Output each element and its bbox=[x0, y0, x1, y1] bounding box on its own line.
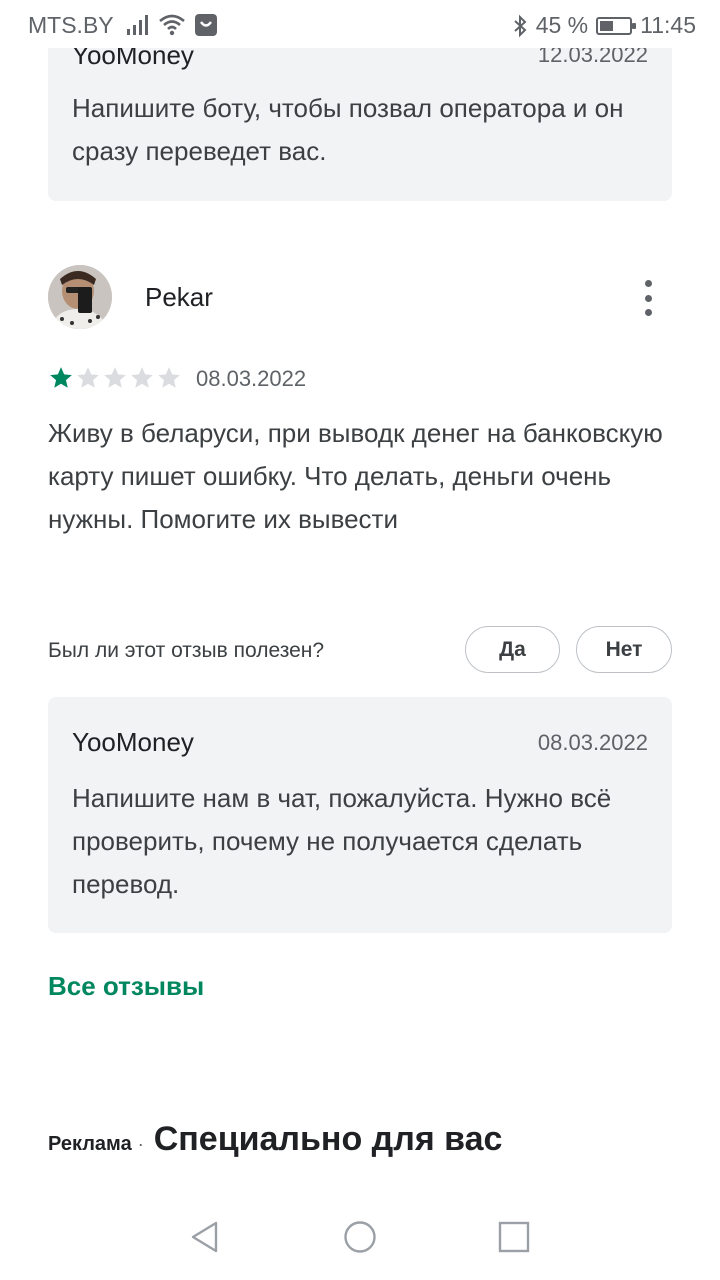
carrier-name: MTS.BY bbox=[28, 12, 114, 38]
review-author: Pekar bbox=[145, 282, 213, 312]
nav-home-icon[interactable] bbox=[343, 1220, 377, 1254]
nav-back-icon[interactable] bbox=[188, 1220, 222, 1254]
helpful-yes-button[interactable]: Да bbox=[465, 626, 560, 673]
reply-text: Напишите боту, чтобы позвал оператора и … bbox=[72, 93, 624, 166]
ads-title: Специально для вас bbox=[153, 1120, 503, 1158]
clock: 11:45 bbox=[640, 12, 696, 38]
all-reviews-link[interactable]: Все отзывы bbox=[48, 971, 204, 1002]
status-bar: MTS.BY 45 % 11:45 bbox=[0, 0, 720, 48]
signal-icon bbox=[127, 15, 148, 35]
developer-reply: YooMoney 08.03.2022 Напишите нам в чат, … bbox=[48, 697, 672, 933]
reply-developer-name: YooMoney bbox=[72, 727, 194, 757]
star-icon bbox=[104, 367, 126, 388]
ads-label: Реклама bbox=[48, 1133, 132, 1155]
status-right: 45 % 11:45 bbox=[512, 12, 696, 39]
notification-icon bbox=[195, 14, 217, 36]
status-icons bbox=[126, 12, 218, 38]
wifi-icon bbox=[159, 14, 185, 36]
battery-percent: 45 % bbox=[535, 12, 589, 38]
bluetooth-icon bbox=[514, 14, 527, 37]
review-text: Живу в беларуси, при выводк денег на бан… bbox=[48, 418, 663, 534]
reply-text: Напишите нам в чат, пожалуйста. Нужно вс… bbox=[72, 783, 612, 899]
helpful-question: Был ли этот отзыв полезен? bbox=[48, 639, 325, 662]
ads-separator: · bbox=[137, 1134, 144, 1154]
reply-date: 08.03.2022 bbox=[537, 730, 648, 755]
review-date: 08.03.2022 bbox=[196, 366, 307, 391]
more-vert-icon[interactable] bbox=[632, 278, 664, 318]
star-icon bbox=[50, 367, 72, 388]
navigation-bar bbox=[0, 1190, 720, 1280]
star-icon bbox=[77, 367, 99, 388]
nav-recents-icon[interactable] bbox=[497, 1220, 531, 1254]
battery-icon bbox=[596, 16, 637, 35]
rating-stars bbox=[48, 365, 182, 391]
star-icon bbox=[131, 367, 153, 388]
star-icon bbox=[158, 367, 180, 388]
ads-section-header: Реклама · Специально для вас bbox=[48, 1120, 502, 1159]
avatar bbox=[48, 265, 112, 329]
helpful-no-button[interactable]: Нет bbox=[576, 626, 672, 673]
